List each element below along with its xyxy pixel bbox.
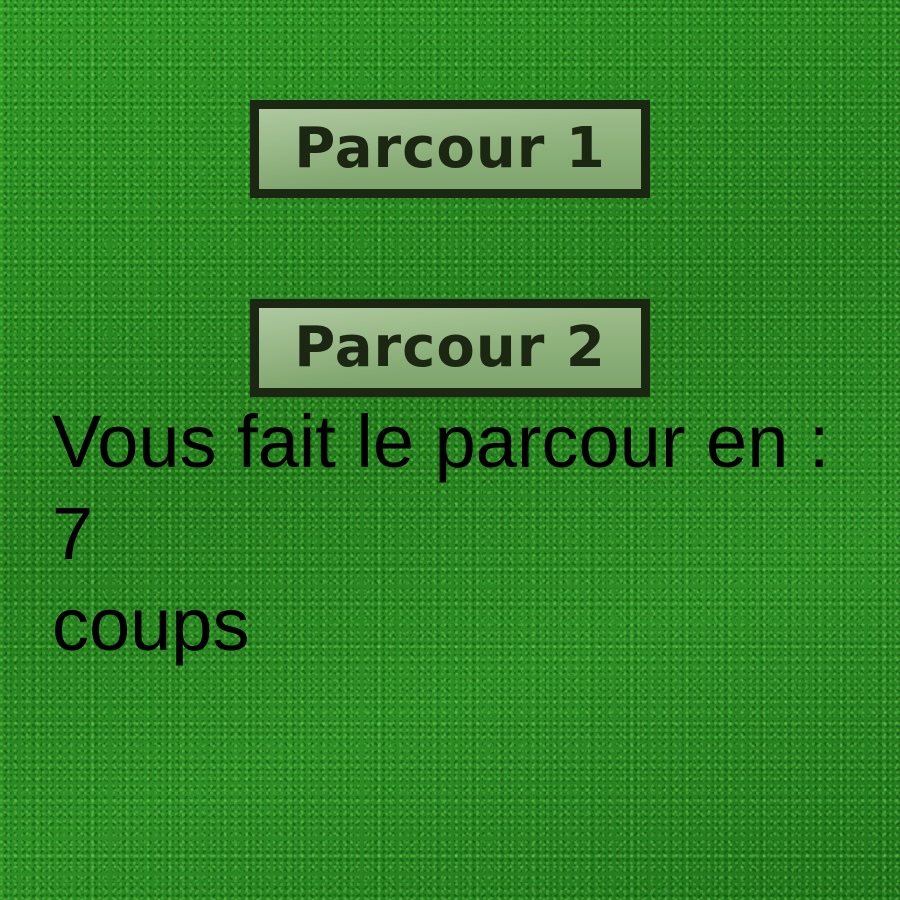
- course-2-button[interactable]: Parcour 2: [250, 299, 650, 397]
- course-1-button[interactable]: Parcour 1: [250, 100, 650, 198]
- course-1-label: Parcour 1: [294, 116, 606, 181]
- course-2-label: Parcour 2: [294, 315, 606, 380]
- stroke-count: 7: [52, 492, 94, 575]
- game-screen: Parcour 1 Parcour 2 Vous fait le parcour…: [0, 0, 900, 900]
- result-message: Vous fait le parcour en :: [52, 400, 830, 483]
- stroke-unit: coups: [52, 583, 250, 666]
